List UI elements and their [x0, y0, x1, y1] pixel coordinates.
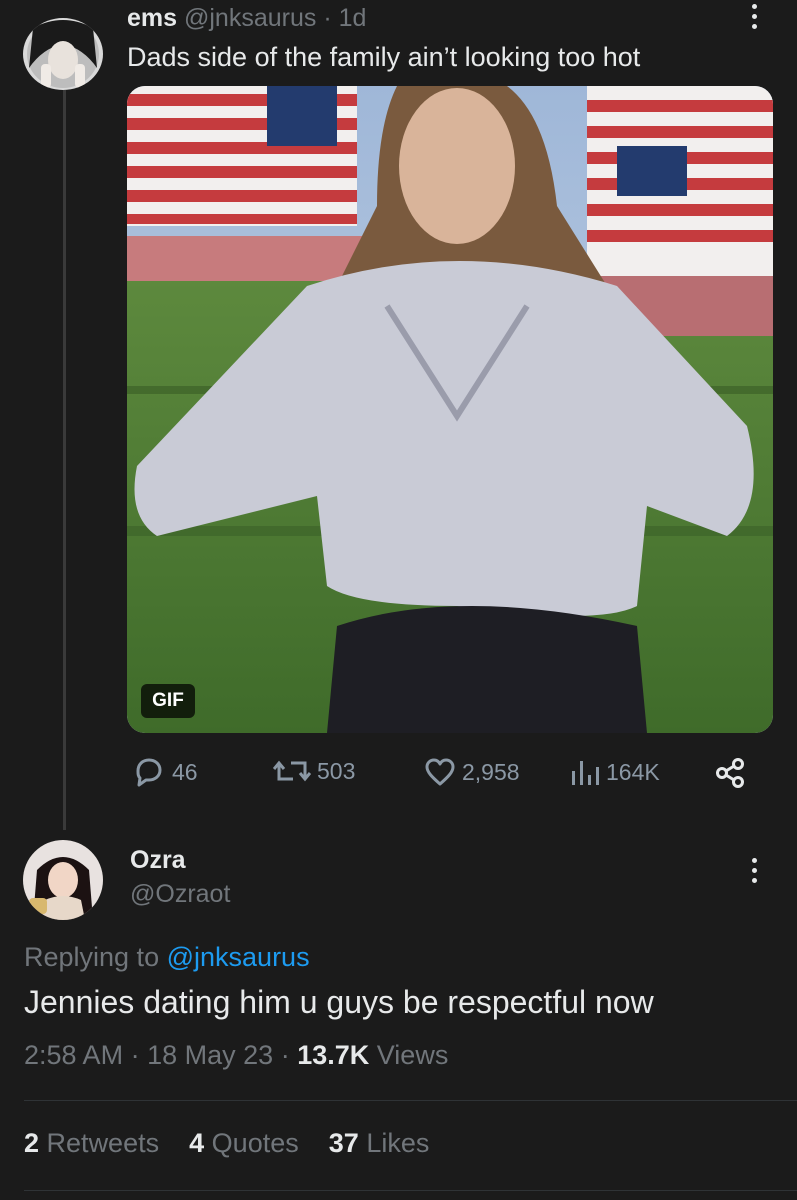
share-icon — [716, 758, 744, 788]
retweets-stat-label: Retweets — [46, 1128, 160, 1158]
reply-icon — [136, 758, 162, 787]
separator: · — [323, 4, 332, 32]
retweet-button[interactable]: 503 — [273, 757, 355, 785]
separator: · — [130, 1040, 140, 1070]
retweet-count: 503 — [317, 757, 356, 784]
reply-count: 46 — [172, 758, 198, 785]
reply-time[interactable]: 2:58 AM — [24, 1040, 123, 1070]
reply-author-name[interactable]: Ozra — [130, 846, 186, 875]
likes-stat-label: Likes — [366, 1128, 430, 1158]
avatar[interactable] — [23, 840, 103, 920]
separator: · — [280, 1040, 290, 1070]
author-name[interactable]: ems — [127, 4, 177, 32]
reply-date[interactable]: 18 May 23 — [147, 1040, 273, 1070]
post-text: Dads side of the family ain’t looking to… — [127, 42, 641, 72]
divider — [24, 1100, 797, 1101]
reply-text: Jennies dating him u guys be respectful … — [24, 984, 654, 1020]
retweets-stat[interactable]: 2 Retweets — [24, 1128, 159, 1158]
like-button[interactable]: 2,958 — [424, 757, 520, 787]
reply-meta: 2:58 AM · 18 May 23 · 13.7K Views — [24, 1040, 448, 1071]
post-time[interactable]: 1d — [339, 4, 367, 32]
quotes-stat-label: Quotes — [211, 1128, 299, 1158]
likes-stat[interactable]: 37 Likes — [329, 1128, 430, 1158]
share-button[interactable] — [714, 757, 746, 789]
reply-author-handle[interactable]: @Ozraot — [130, 880, 230, 909]
like-count: 2,958 — [462, 758, 520, 785]
views-icon — [572, 761, 599, 785]
quotes-stat-count: 4 — [189, 1128, 205, 1158]
retweets-stat-count: 2 — [24, 1128, 40, 1158]
gif-badge: GIF — [141, 684, 195, 718]
more-icon[interactable] — [752, 858, 757, 883]
like-icon — [425, 758, 455, 786]
quotes-stat[interactable]: 4 Quotes — [189, 1128, 299, 1158]
more-icon[interactable] — [752, 4, 757, 29]
reply-views-label: Views — [376, 1040, 449, 1070]
gif-media[interactable] — [127, 86, 773, 733]
retweet-icon — [273, 760, 311, 782]
views-count: 164K — [606, 758, 660, 785]
avatar[interactable] — [23, 18, 103, 90]
author-handle[interactable]: @jnksaurus — [184, 4, 316, 32]
reply-views-count: 13.7K — [297, 1040, 370, 1070]
likes-stat-count: 37 — [328, 1128, 359, 1158]
views-button[interactable]: 164K — [570, 757, 660, 787]
thread-line — [63, 90, 66, 830]
replying-handle-link[interactable]: @jnksaurus — [167, 942, 310, 972]
post-header: ems @jnksaurus · 1d — [127, 4, 366, 33]
divider — [24, 1190, 797, 1191]
reply-button[interactable]: 46 — [132, 757, 198, 787]
engagement-stats: 2 Retweets 4 Quotes 37 Likes — [24, 1128, 429, 1159]
replying-label: Replying to — [24, 942, 160, 972]
replying-to: Replying to @jnksaurus — [24, 942, 310, 973]
